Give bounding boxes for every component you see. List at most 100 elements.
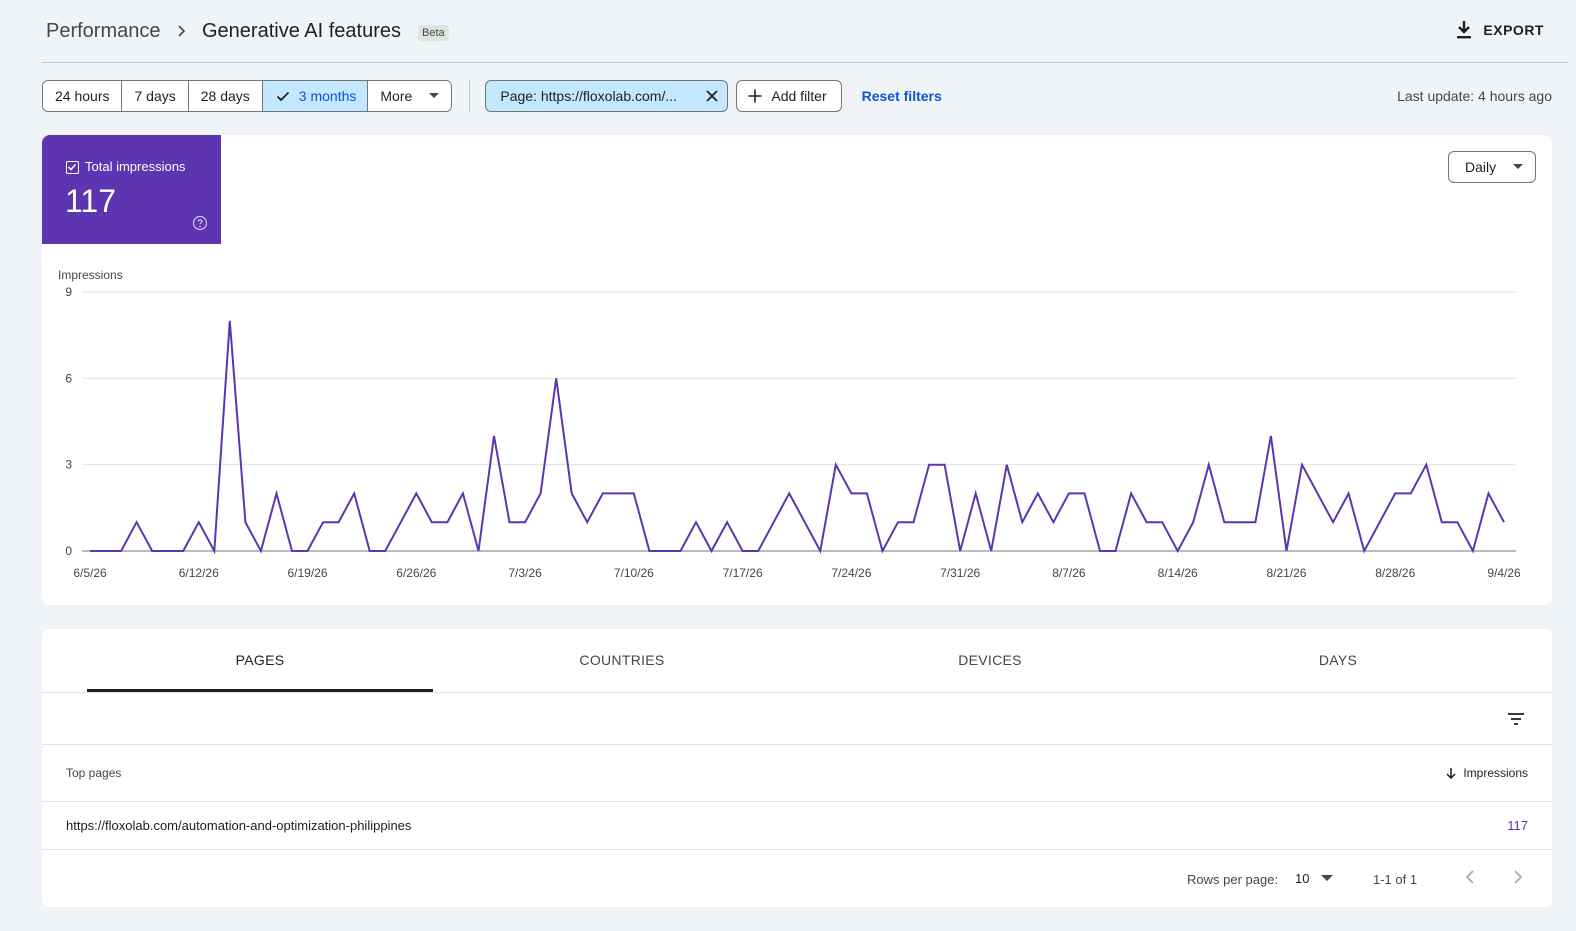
range-label: 3 months (298, 88, 357, 104)
help-icon[interactable] (192, 215, 208, 231)
page-filter-chip[interactable]: Page: https://floxolab.com/... (485, 80, 729, 112)
chevron-left-icon[interactable] (1462, 868, 1478, 886)
checkmark-icon (276, 91, 289, 102)
data-point (477, 550, 479, 552)
data-point (1441, 521, 1443, 523)
add-filter-button[interactable]: Add filter (736, 80, 842, 112)
range-24-hours[interactable]: 24 hours (43, 81, 123, 111)
range-label: 28 days (200, 88, 250, 104)
range-more-dropdown[interactable]: More (368, 81, 452, 111)
granularity-dropdown[interactable]: Daily (1448, 151, 1536, 183)
data-point (1379, 521, 1381, 523)
filter-divider (469, 80, 471, 112)
reset-filters-link[interactable]: Reset filters (862, 88, 942, 104)
row-impressions: 117 (1507, 818, 1528, 833)
data-point (1021, 521, 1023, 523)
data-point (400, 521, 402, 523)
data-point (493, 435, 495, 437)
breadcrumb-performance[interactable]: Performance (46, 20, 161, 43)
data-point (711, 550, 713, 552)
checkbox-check-icon (67, 163, 77, 171)
data-point (586, 521, 588, 523)
dimensions-table-card: PAGES COUNTRIES DEVICES DAYS Top pages I… (42, 629, 1552, 907)
x-tick-label: 9/4/26 (1487, 566, 1521, 580)
data-point (244, 521, 246, 523)
row-page-url: https://floxolab.com/automation-and-opti… (66, 818, 412, 833)
table-row[interactable]: https://floxolab.com/automation-and-opti… (42, 802, 1552, 850)
column-impressions-label: Impressions (1463, 766, 1528, 780)
data-point (198, 521, 200, 523)
table-header: Top pages Impressions (42, 745, 1552, 802)
data-point (1503, 521, 1505, 523)
data-point (1208, 464, 1210, 466)
tab-pages[interactable]: PAGES (87, 629, 433, 692)
x-tick-label: 7/3/26 (508, 566, 542, 580)
data-point (1254, 521, 1256, 523)
data-point (1052, 521, 1054, 523)
x-tick-label: 8/21/26 (1266, 566, 1306, 580)
data-point (773, 521, 775, 523)
granularity-label: Daily (1465, 159, 1497, 175)
rows-per-page-select[interactable]: 10 (1295, 867, 1334, 890)
date-range-selector: 24 hours 7 days 28 days 3 months More (42, 80, 453, 112)
data-point (1425, 464, 1427, 466)
x-tick-label: 7/24/26 (831, 566, 871, 580)
metric-checkbox[interactable] (66, 161, 79, 174)
data-point (229, 320, 231, 322)
filter-rows-icon[interactable] (1506, 709, 1526, 729)
data-point (1472, 550, 1474, 552)
range-7-days[interactable]: 7 days (122, 81, 189, 111)
data-point (120, 550, 122, 552)
total-impressions-metric[interactable]: Total impressions 117 (42, 135, 221, 244)
download-icon (1457, 21, 1472, 39)
x-tick-label: 8/7/26 (1052, 566, 1086, 580)
data-point (1161, 521, 1163, 523)
data-point (446, 521, 448, 523)
impressions-series-line (90, 320, 1505, 555)
rows-per-page-label: Rows per page: (1187, 872, 1279, 887)
plus-icon (748, 89, 762, 103)
data-point (89, 550, 91, 552)
data-point (353, 492, 355, 494)
data-point (975, 492, 977, 494)
data-point (1487, 492, 1489, 494)
dropdown-arrow-icon (429, 93, 440, 98)
column-top-pages: Top pages (66, 766, 122, 780)
close-icon[interactable] (705, 89, 719, 103)
dropdown-arrow-icon (1321, 875, 1334, 881)
export-button[interactable]: EXPORT (1455, 20, 1544, 40)
column-impressions-sort[interactable]: Impressions (1445, 766, 1528, 780)
data-point (1192, 521, 1194, 523)
data-point (415, 492, 417, 494)
data-point (866, 492, 868, 494)
data-point (617, 492, 619, 494)
tab-countries[interactable]: COUNTRIES (450, 629, 794, 692)
data-point (1146, 521, 1148, 523)
rows-per-page-value: 10 (1295, 871, 1310, 886)
data-point (307, 550, 309, 552)
data-point (338, 521, 340, 523)
pagination-range: 1-1 of 1 (1373, 872, 1418, 887)
data-point (182, 550, 184, 552)
range-28-days[interactable]: 28 days (188, 81, 263, 111)
tab-devices[interactable]: DEVICES (818, 629, 1162, 692)
data-point (1177, 550, 1179, 552)
y-tick-label: 0 (65, 544, 72, 558)
data-point (213, 550, 215, 552)
data-point (664, 550, 666, 552)
data-point (1363, 550, 1365, 552)
tab-days[interactable]: DAYS (1166, 629, 1510, 692)
filter-bar: 24 hours 7 days 28 days 3 months More Pa… (42, 80, 942, 112)
data-point (602, 492, 604, 494)
data-point (726, 521, 728, 523)
range-3-months[interactable]: 3 months (262, 81, 369, 111)
data-point (384, 550, 386, 552)
data-point (260, 550, 262, 552)
y-tick-label: 3 (65, 458, 72, 472)
data-point (1301, 464, 1303, 466)
chevron-right-icon[interactable] (1510, 868, 1526, 886)
impressions-line-chart: Impressions 0 3 6 9 6/5/26 6/12/26 6/19/26 6/26/… (58, 268, 1521, 580)
data-point (167, 550, 169, 552)
arrow-down-icon (1446, 768, 1456, 779)
data-point (151, 550, 153, 552)
